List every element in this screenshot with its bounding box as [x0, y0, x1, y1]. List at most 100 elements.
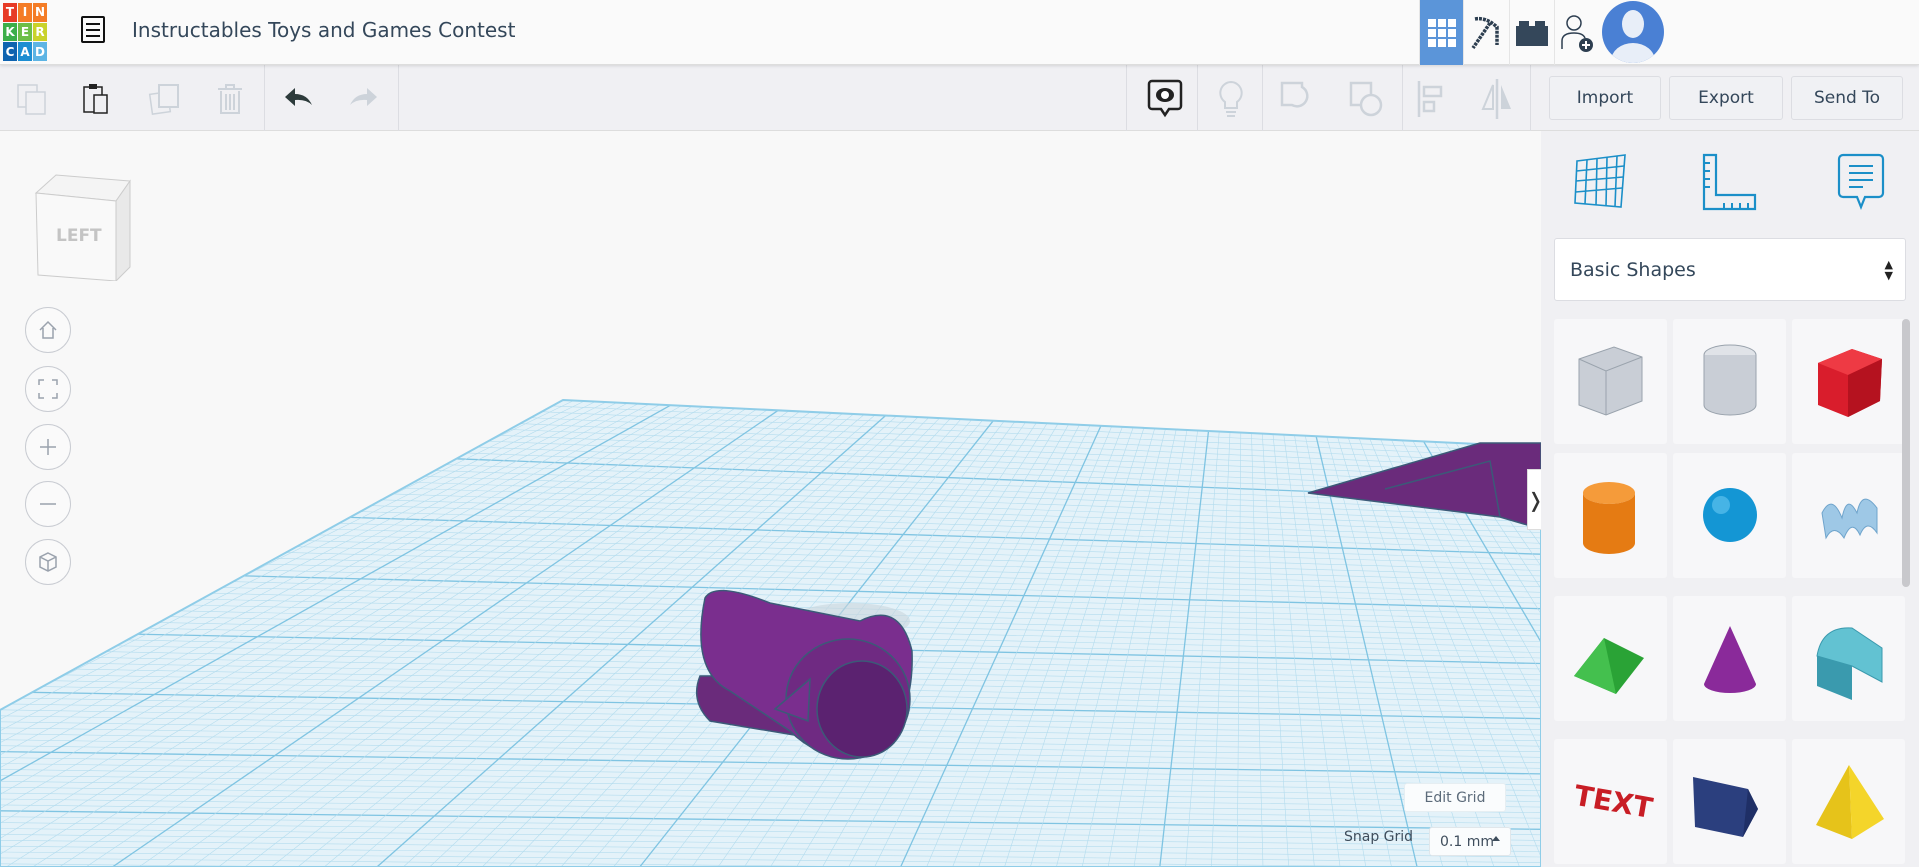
notes-toggle-button[interactable]	[1143, 77, 1187, 121]
roof-shape-icon	[1574, 638, 1644, 694]
cone-shape-icon	[1704, 626, 1756, 693]
zoom-in-icon	[40, 439, 56, 455]
user-avatar-icon	[1611, 10, 1655, 63]
caret-up-icon	[1492, 836, 1500, 841]
text-shape-icon: TEXT	[1572, 779, 1655, 825]
panel-scrollbar[interactable]	[1902, 319, 1910, 587]
whistle-object[interactable]	[695, 589, 913, 760]
brick-icon	[1516, 20, 1548, 46]
top-bar: TINKERCAD Instructables Toys and Games C…	[0, 0, 1919, 65]
view-cube-face-label: LEFT	[56, 226, 102, 246]
workplane-icon	[1574, 154, 1626, 208]
light-bulb-button[interactable]	[1209, 77, 1253, 121]
scribble-shape-icon	[1821, 498, 1878, 540]
perspective-cube-icon	[39, 552, 57, 572]
undo-icon	[285, 88, 312, 106]
align-icon	[1417, 81, 1443, 117]
shape-cylinder-hole[interactable]	[1673, 319, 1786, 444]
sphere-shape-icon	[1703, 488, 1757, 542]
duplicate-button[interactable]	[143, 77, 187, 121]
ruler-icon	[1702, 153, 1757, 211]
view-cube[interactable]: LEFT	[34, 171, 134, 283]
fit-view-icon	[38, 379, 58, 399]
copy-icon	[17, 84, 46, 115]
logo-letter: T	[3, 3, 17, 22]
shape-wedge[interactable]	[1673, 739, 1786, 864]
logo-letter: D	[33, 42, 47, 61]
sort-caret-icon: ▲ ▼	[1884, 258, 1893, 282]
zoom-in-button[interactable]	[25, 424, 71, 470]
paste-icon	[83, 84, 108, 114]
perspective-button[interactable]	[25, 539, 71, 585]
scene-objects	[695, 442, 1541, 760]
edit-grid-button[interactable]: Edit Grid	[1404, 783, 1506, 812]
logo-letter: E	[18, 22, 32, 42]
paste-button[interactable]	[75, 77, 119, 121]
3d-design-button[interactable]	[1419, 0, 1463, 65]
notes-tab[interactable]	[1831, 151, 1891, 217]
copy-button[interactable]	[10, 77, 54, 121]
shape-roof[interactable]	[1554, 596, 1667, 721]
fit-view-button[interactable]	[25, 366, 71, 412]
collapse-panel-tab[interactable]: ❭	[1527, 469, 1541, 530]
shape-scribble[interactable]	[1792, 453, 1905, 578]
notes-eye-icon	[1147, 79, 1183, 118]
send-to-button[interactable]: Send To	[1791, 76, 1903, 120]
logo-letter: I	[18, 3, 32, 22]
ruler-tab[interactable]	[1699, 151, 1759, 217]
shapes-panel: Basic Shapes ▲ ▼ TEXT	[1541, 131, 1919, 867]
light-bulb-icon	[1219, 80, 1243, 117]
shape-cone[interactable]	[1673, 596, 1786, 721]
ungroup-button[interactable]	[1345, 77, 1389, 121]
mirror-icon	[1481, 79, 1511, 119]
shape-cylinder[interactable]	[1554, 453, 1667, 578]
import-button[interactable]: Import	[1549, 76, 1661, 120]
design-title[interactable]: Instructables Toys and Games Contest	[132, 18, 515, 42]
snap-grid-select[interactable]: 0.1 mm	[1429, 827, 1511, 856]
ungroup-icon	[1349, 81, 1383, 117]
logo-letter: C	[3, 42, 17, 61]
export-button[interactable]: Export	[1669, 76, 1783, 120]
design-list-icon[interactable]	[81, 16, 105, 43]
codeblocks-button[interactable]	[1463, 0, 1508, 65]
delete-button[interactable]	[208, 77, 252, 121]
shape-sphere[interactable]	[1673, 453, 1786, 578]
pyramid-shape-icon	[1816, 765, 1884, 839]
shape-category-value: Basic Shapes	[1570, 258, 1696, 281]
group-icon	[1280, 81, 1309, 108]
grid-icon	[1427, 18, 1456, 47]
workplane-tab[interactable]	[1571, 151, 1631, 215]
svg-text:TEXT: TEXT	[1572, 779, 1655, 825]
invite-user-button[interactable]	[1554, 0, 1599, 65]
shape-box-hole[interactable]	[1554, 319, 1667, 444]
shape-text[interactable]: TEXT	[1554, 739, 1667, 864]
zoom-out-button[interactable]	[25, 481, 71, 527]
zoom-out-icon	[40, 503, 56, 505]
tinkercad-logo[interactable]: TINKERCAD	[3, 3, 47, 61]
align-button[interactable]	[1410, 77, 1454, 121]
shape-category-select[interactable]: Basic Shapes ▲ ▼	[1554, 238, 1906, 301]
box-hole-shape-icon	[1578, 346, 1643, 416]
toolbar: Import Export Send To	[0, 65, 1919, 131]
home-icon	[39, 320, 57, 339]
mirror-button[interactable]	[1475, 77, 1519, 121]
wedge-shape-icon	[1693, 777, 1758, 837]
3d-viewport[interactable]: LEFT Edit Grid Snap Grid 0.1 mm ❭	[0, 131, 1541, 867]
shape-box[interactable]	[1792, 319, 1905, 444]
purple-object-right[interactable]	[1307, 442, 1541, 530]
lego-button[interactable]	[1509, 0, 1554, 65]
chevron-right-icon: ❭	[1527, 488, 1541, 512]
group-button[interactable]	[1276, 77, 1320, 121]
avatar[interactable]	[1602, 1, 1664, 63]
box-shape-icon	[1818, 349, 1882, 417]
home-view-button[interactable]	[25, 307, 71, 353]
pickaxe-icon	[1471, 16, 1499, 49]
duplicate-icon	[148, 84, 179, 116]
logo-letter: R	[33, 22, 47, 42]
undo-button[interactable]	[277, 77, 321, 121]
snap-grid-label: Snap Grid	[1344, 829, 1414, 845]
shape-pyramid[interactable]	[1792, 739, 1905, 864]
redo-button[interactable]	[341, 77, 385, 121]
logo-letter: N	[33, 3, 47, 22]
shape-round-roof[interactable]	[1792, 596, 1905, 721]
